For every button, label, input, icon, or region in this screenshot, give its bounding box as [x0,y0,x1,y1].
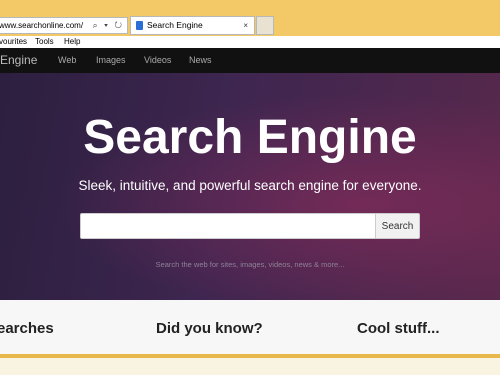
new-tab-button[interactable] [256,16,274,35]
section-heading-searches: earches [0,320,54,337]
section-heading-did-you-know: Did you know? [156,320,263,337]
section-heading-cool-stuff: Cool stuff... [357,320,440,337]
nav-videos[interactable]: Videos [144,48,171,73]
hero-title: Search Engine [83,111,417,164]
address-url[interactable]: www.searchonline.com/ [0,18,83,33]
search-button[interactable]: Search [375,213,420,239]
browser-tab[interactable]: Search Engine × [130,16,255,35]
menu-favourites[interactable]: vourites [0,36,27,48]
site-navbar: Engine Web Images Videos News [0,48,500,73]
site-brand[interactable]: Engine [0,48,37,73]
hero-section: Search Engine Sleek, intuitive, and powe… [0,73,500,300]
tab-title: Search Engine [147,20,203,30]
status-strip [0,358,500,375]
nav-news[interactable]: News [189,48,212,73]
menu-tools[interactable]: Tools [35,36,54,48]
search-hint: Search the web for sites, images, videos… [155,260,345,269]
hero-subtitle: Sleek, intuitive, and powerful search en… [78,178,422,193]
close-icon[interactable]: × [243,17,248,34]
menu-bar: vourites Tools Help [0,36,500,48]
nav-images[interactable]: Images [96,48,126,73]
nav-web[interactable]: Web [58,48,76,73]
search-input[interactable] [80,213,376,239]
info-sections: earches Did you know? Cool stuff... [0,300,500,354]
address-bar[interactable]: www.searchonline.com/ ⌕ ▾ ↻ [0,17,128,34]
page-icon [136,21,143,30]
menu-help[interactable]: Help [64,36,80,48]
search-refresh-icons[interactable]: ⌕ ▾ ↻ [93,18,124,33]
